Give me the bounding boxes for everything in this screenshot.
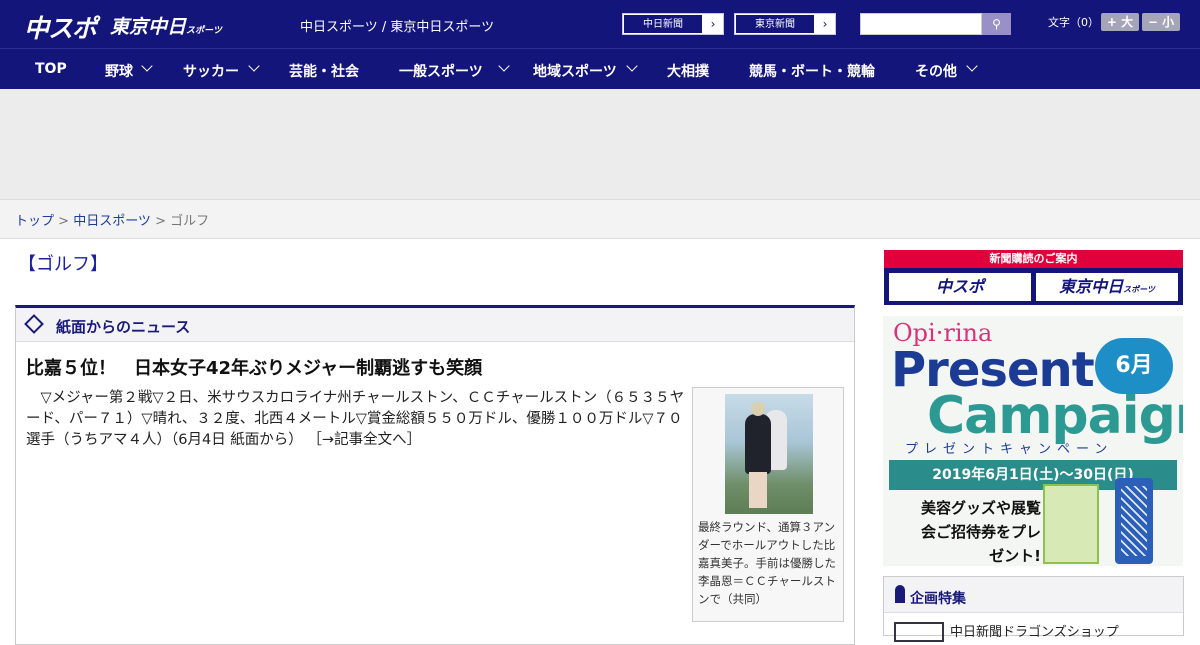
chunichi-shimbun-link[interactable]: 中日新聞 › xyxy=(622,13,724,35)
nav-item-entertainment[interactable]: 芸能・社会 xyxy=(289,61,359,81)
nav-item-soccer[interactable]: サッカー xyxy=(183,61,239,81)
breadcrumb-current: ゴルフ xyxy=(170,214,210,229)
breadcrumb-chunichi[interactable]: 中日スポーツ xyxy=(73,214,151,229)
breadcrumb-separator: > xyxy=(54,214,74,229)
banner-line2: Campaign xyxy=(927,386,1183,446)
feature-title: 企画特集 xyxy=(910,591,966,607)
tokyo-chunichi-logo[interactable]: 東京中日スポーツ xyxy=(110,12,222,39)
nav-item-sumo[interactable]: 大相撲 xyxy=(667,61,709,81)
breadcrumb: トップ > 中日スポーツ > ゴルフ xyxy=(0,200,1200,239)
article-title[interactable]: 比嘉５位！ 日本女子42年ぶりメジャー制覇逃すも笑顔 xyxy=(26,354,482,380)
news-section-header: 紙面からのニュース xyxy=(16,308,854,342)
read-more-link[interactable]: ［→記事全文へ］ xyxy=(307,432,421,448)
site-links: 中日スポーツ / 東京中日スポーツ xyxy=(300,20,495,35)
chevron-down-icon[interactable] xyxy=(141,60,153,72)
search-form: ⚲ xyxy=(860,13,1011,35)
chevron-right-icon: › xyxy=(822,17,828,31)
banner-kana: プレゼントキャンペーン xyxy=(905,442,1114,457)
tokyo-logo-text: 東京中日 xyxy=(110,16,187,38)
nav-item-local-sports[interactable]: 地域スポーツ xyxy=(533,61,617,81)
feature-header: 企画特集 xyxy=(884,577,1183,613)
search-icon: ⚲ xyxy=(992,17,1001,31)
top-header: 中スポ 東京中日スポーツ 中日スポーツ / 東京中日スポーツ 中日新聞 › 東京… xyxy=(0,0,1200,48)
font-size-label: 文字（0） xyxy=(1048,16,1099,29)
banner-promo: 美容グッズや展覧会ご招待券をプレゼント! xyxy=(920,499,1041,565)
news-section-title: 紙面からのニュース xyxy=(56,318,191,336)
subscribe-tokyo-label: 東京中日 xyxy=(1059,277,1124,296)
article-body: ▽メジャー第２戦▽２日、米サウスカロライナ州チャールストン、ＣＣチャールストン（… xyxy=(26,388,688,451)
nav-item-other[interactable]: その他 xyxy=(915,61,957,81)
ext-link-label: 中日新聞 xyxy=(623,14,703,34)
feature-section: 企画特集 中日新聞ドラゴンズショップ xyxy=(883,576,1184,642)
font-smaller-button[interactable]: − 小 xyxy=(1142,13,1180,31)
news-section: 紙面からのニュース 比嘉５位！ 日本女子42年ぶりメジャー制覇逃すも笑顔 ▽メジ… xyxy=(15,305,855,645)
chevron-right-icon: › xyxy=(710,17,716,31)
newspaper-icon xyxy=(24,314,44,334)
chuspo-logo[interactable]: 中スポ xyxy=(24,9,97,45)
nav-item-baseball[interactable]: 野球 xyxy=(105,61,133,81)
subscription-box: 新聞購読のご案内 中スポ 東京中日スポーツ xyxy=(884,250,1183,305)
breadcrumb-top[interactable]: トップ xyxy=(15,214,54,229)
article-photo[interactable] xyxy=(725,394,813,514)
subscribe-tokyo-sub: スポーツ xyxy=(1123,285,1155,294)
breadcrumb-separator: > xyxy=(150,214,171,229)
chevron-down-icon[interactable] xyxy=(966,60,978,72)
chevron-down-icon[interactable] xyxy=(626,60,638,72)
nav-item-top[interactable]: TOP xyxy=(35,61,67,77)
tokyo-shimbun-link[interactable]: 東京新聞 › xyxy=(734,13,836,35)
campaign-banner-ad[interactable]: Opi·rina Present Campaign 6月 プレゼントキャンペーン… xyxy=(883,316,1183,566)
banner-month: 6月 xyxy=(1095,338,1173,394)
chevron-down-icon[interactable] xyxy=(248,60,260,72)
feature-item-link[interactable]: 中日新聞ドラゴンズショップ xyxy=(950,621,1119,640)
tokyo-logo-sub: スポーツ xyxy=(186,26,222,36)
photo-caption: 最終ラウンド、通算３アンダーでホールアウトした比嘉真美子。手前は優勝した李晶恩＝… xyxy=(698,520,836,606)
ext-link-label: 東京新聞 xyxy=(735,14,815,34)
search-input[interactable] xyxy=(860,13,982,35)
article-photo-box: 最終ラウンド、通算３アンダーでホールアウトした比嘉真美子。手前は優勝した李晶恩＝… xyxy=(692,387,844,622)
page-title: 【ゴルフ】 xyxy=(18,254,108,275)
subscription-title: 新聞購読のご案内 xyxy=(884,250,1183,268)
ribbon-icon xyxy=(895,585,905,603)
search-button[interactable]: ⚲ xyxy=(982,13,1011,35)
product-image xyxy=(1115,478,1153,564)
product-image xyxy=(1043,484,1099,564)
main-nav: TOP 野球 サッカー 芸能・社会 一般スポーツ 地域スポーツ 大相撲 競馬・ボ… xyxy=(0,48,1200,89)
subscribe-chuspo-button[interactable]: 中スポ xyxy=(889,273,1031,301)
subscribe-tokyo-button[interactable]: 東京中日スポーツ xyxy=(1036,273,1178,301)
font-bigger-button[interactable]: + 大 xyxy=(1101,13,1139,31)
nav-item-general-sports[interactable]: 一般スポーツ xyxy=(399,61,483,81)
chevron-down-icon[interactable] xyxy=(498,60,510,72)
ad-placeholder xyxy=(0,89,1200,200)
feature-thumbnail[interactable] xyxy=(894,622,944,642)
nav-item-racing[interactable]: 競馬・ボート・競輪 xyxy=(749,61,875,81)
